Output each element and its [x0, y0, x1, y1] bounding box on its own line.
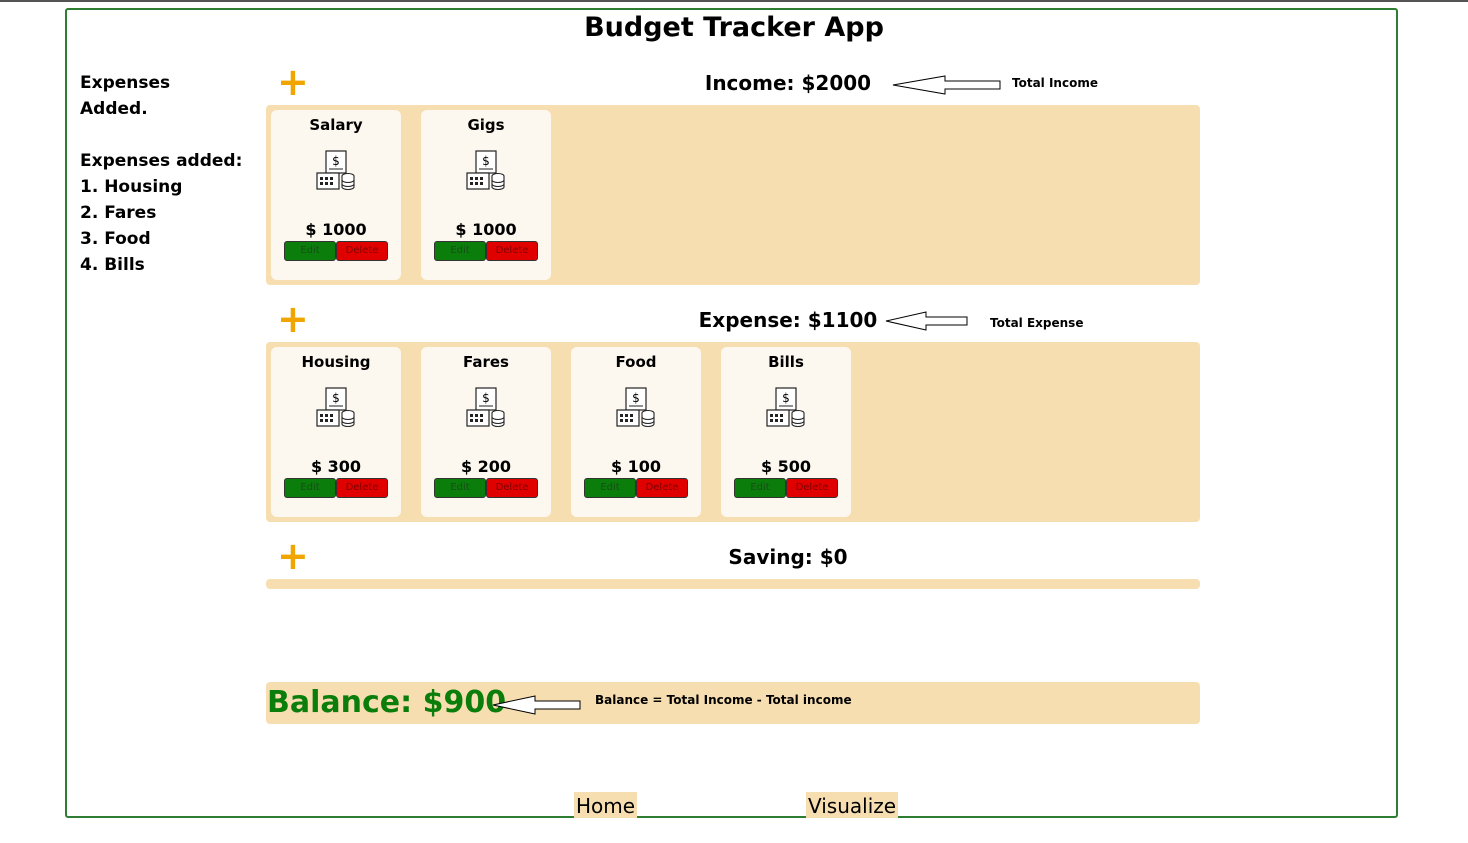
cash-register-icon: $ — [466, 387, 505, 428]
cash-register-icon: $ — [466, 150, 505, 191]
card-actions: Edit Delete — [734, 478, 840, 498]
card-amount: $ 100 — [610, 457, 662, 476]
card-actions: Edit Delete — [284, 478, 390, 498]
add-income-button[interactable]: + — [277, 63, 309, 101]
svg-text:$: $ — [332, 154, 340, 168]
edit-button[interactable]: Edit — [284, 478, 336, 498]
sidebar-list-heading: Expenses added: — [80, 151, 243, 171]
saving-heading: Saving: $0 — [728, 545, 848, 569]
edit-button[interactable]: Edit — [284, 241, 336, 261]
card-actions: Edit Delete — [434, 241, 540, 261]
sidebar-item: 2. Fares — [80, 203, 157, 223]
income-card: Gigs $ $ 1000 Edit Delete — [421, 110, 551, 280]
total-expense-callout: Total Expense — [990, 316, 1084, 330]
delete-button[interactable]: Delete — [786, 478, 838, 498]
svg-text:$: $ — [632, 391, 640, 405]
expense-card: Bills $ $ 500 Edit Delete — [721, 347, 851, 517]
card-title: Gigs — [467, 116, 505, 134]
expense-card: Fares $ $ 200 Edit Delete — [421, 347, 551, 517]
card-amount: $ 300 — [310, 457, 362, 476]
card-title: Bills — [768, 353, 804, 371]
edit-button[interactable]: Edit — [734, 478, 786, 498]
card-amount: $ 1000 — [305, 220, 367, 239]
arrow-left-icon — [885, 311, 968, 331]
sidebar: Expenses Added. Expenses added: 1. Housi… — [80, 70, 260, 278]
window-top-border — [0, 0, 1468, 2]
cash-register-icon: $ — [766, 387, 805, 428]
card-title: Housing — [301, 353, 371, 371]
home-nav-button[interactable]: Home — [574, 792, 638, 818]
delete-button[interactable]: Delete — [486, 241, 538, 261]
income-card: Salary $ $ 1000 Edit Delete — [271, 110, 401, 280]
expense-panel: Housing $ $ 300 Edit Delete Fares $ $ 20… — [266, 342, 1200, 522]
card-actions: Edit Delete — [284, 241, 390, 261]
card-title: Food — [615, 353, 657, 371]
svg-text:$: $ — [332, 391, 340, 405]
edit-button[interactable]: Edit — [434, 241, 486, 261]
sidebar-item: 3. Food — [80, 229, 151, 249]
cash-register-icon: $ — [316, 150, 355, 191]
edit-button[interactable]: Edit — [584, 478, 636, 498]
card-amount: $ 1000 — [455, 220, 517, 239]
add-saving-button[interactable]: + — [277, 537, 309, 575]
delete-button[interactable]: Delete — [336, 478, 388, 498]
card-amount: $ 200 — [460, 457, 512, 476]
sidebar-item: 1. Housing — [80, 177, 183, 197]
saving-panel — [266, 579, 1200, 589]
edit-button[interactable]: Edit — [434, 478, 486, 498]
svg-text:$: $ — [482, 154, 490, 168]
expense-card: Housing $ $ 300 Edit Delete — [271, 347, 401, 517]
sidebar-note: Expenses Added. — [80, 73, 171, 119]
app-title: Budget Tracker App — [584, 12, 884, 43]
card-actions: Edit Delete — [584, 478, 690, 498]
sidebar-item: 4. Bills — [80, 255, 145, 275]
cash-register-icon: $ — [316, 387, 355, 428]
card-actions: Edit Delete — [434, 478, 540, 498]
balance-text: Balance: $900 — [267, 685, 507, 720]
card-title: Fares — [463, 353, 509, 371]
svg-text:$: $ — [482, 391, 490, 405]
cash-register-icon: $ — [616, 387, 655, 428]
total-income-callout: Total Income — [1012, 76, 1098, 90]
balance-formula-callout: Balance = Total Income - Total income — [595, 693, 852, 707]
expense-card: Food $ $ 100 Edit Delete — [571, 347, 701, 517]
svg-text:$: $ — [782, 391, 790, 405]
arrow-left-icon — [892, 75, 1001, 95]
delete-button[interactable]: Delete — [636, 478, 688, 498]
add-expense-button[interactable]: + — [277, 300, 309, 338]
card-amount: $ 500 — [760, 457, 812, 476]
income-panel: Salary $ $ 1000 Edit Delete Gigs $ $ 100… — [266, 105, 1200, 285]
delete-button[interactable]: Delete — [336, 241, 388, 261]
delete-button[interactable]: Delete — [486, 478, 538, 498]
card-title: Salary — [309, 116, 363, 134]
visualize-nav-button[interactable]: Visualize — [806, 792, 899, 818]
arrow-left-icon — [492, 695, 581, 715]
